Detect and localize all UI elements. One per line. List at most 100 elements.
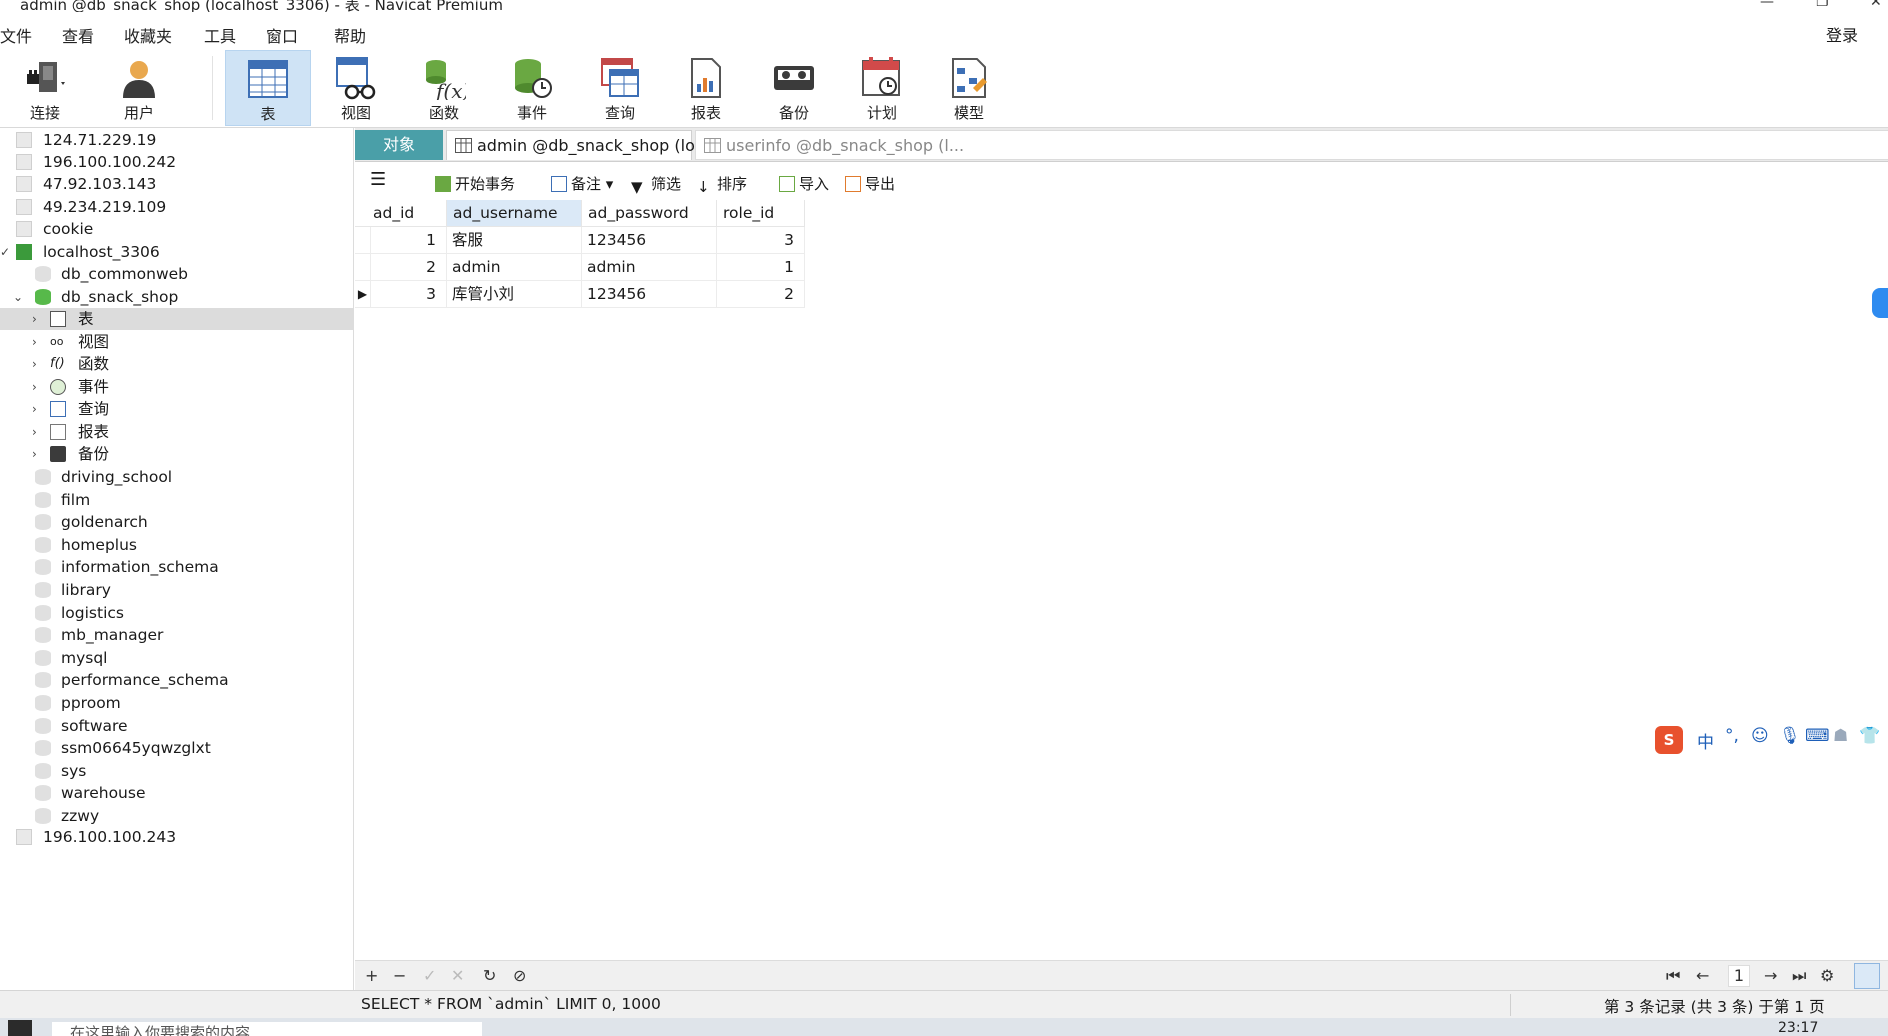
- toolbar-backup-button[interactable]: 备份: [751, 50, 837, 126]
- toolbar-schedule-button[interactable]: 计划: [839, 50, 925, 126]
- menu-tools[interactable]: 工具: [204, 23, 236, 47]
- login-button[interactable]: 登录: [1826, 22, 1858, 46]
- tree-database[interactable]: homeplus: [0, 534, 353, 556]
- tree-connection[interactable]: cookie: [0, 218, 353, 240]
- last-page-icon[interactable]: ⏭: [1792, 966, 1806, 986]
- menu-favorites[interactable]: 收藏夹: [124, 23, 172, 47]
- minimize-icon[interactable]: —: [1760, 0, 1774, 10]
- sogou-logo-icon[interactable]: S: [1655, 726, 1683, 754]
- tree-database[interactable]: logistics: [0, 602, 353, 624]
- note-button[interactable]: 备注 ▾: [551, 173, 613, 194]
- tab-objects[interactable]: 对象: [355, 130, 443, 160]
- tree-node-reports[interactable]: › 报表: [0, 421, 353, 443]
- import-button[interactable]: 导入: [779, 173, 829, 194]
- close-icon[interactable]: ✕: [1870, 0, 1882, 10]
- tree-database[interactable]: mb_manager: [0, 624, 353, 646]
- column-header[interactable]: role_id: [717, 200, 805, 227]
- chevron-right-icon[interactable]: ›: [32, 336, 44, 348]
- tree-node-backups[interactable]: › 备份: [0, 443, 353, 465]
- row-indicator[interactable]: [355, 254, 371, 281]
- menu-file[interactable]: 文件: [0, 23, 32, 47]
- tree-database[interactable]: goldenarch: [0, 511, 353, 533]
- punctuation-icon[interactable]: °,: [1725, 726, 1739, 746]
- delete-record-icon[interactable]: −: [393, 966, 406, 985]
- microphone-icon[interactable]: 🎙: [1779, 726, 1801, 746]
- chevron-right-icon[interactable]: ›: [32, 313, 44, 325]
- toolbar-user-button[interactable]: 用户: [96, 50, 182, 126]
- toolbar-connect-button[interactable]: 连接: [2, 50, 88, 126]
- chevron-right-icon[interactable]: ›: [32, 448, 44, 460]
- tree-connection-localhost[interactable]: ✓ localhost_3306: [0, 241, 353, 263]
- tab-admin-table[interactable]: admin @db_snack_shop (lo...: [446, 130, 710, 160]
- chevron-down-icon[interactable]: ⌄: [13, 291, 25, 303]
- tree-node-events[interactable]: › 事件: [0, 376, 353, 398]
- table-cell[interactable]: 3: [371, 281, 447, 308]
- tree-database[interactable]: sys: [0, 760, 353, 782]
- current-row-arrow-icon[interactable]: ▶: [355, 281, 371, 308]
- tree-database[interactable]: zzwy: [0, 805, 353, 827]
- table-cell[interactable]: 客服: [447, 227, 582, 254]
- toolbar-table-button[interactable]: 表: [225, 50, 311, 126]
- table-cell[interactable]: 2: [717, 281, 805, 308]
- tree-database-db-snack-shop[interactable]: ⌄ db_snack_shop: [0, 286, 353, 308]
- chevron-right-icon[interactable]: ›: [32, 358, 44, 370]
- user-center-icon[interactable]: ☗: [1833, 726, 1848, 746]
- settings-gear-icon[interactable]: ⚙: [1820, 966, 1834, 985]
- refresh-icon[interactable]: ↻: [483, 966, 496, 985]
- table-cell[interactable]: 1: [371, 227, 447, 254]
- table-cell[interactable]: 2: [371, 254, 447, 281]
- next-page-icon[interactable]: →: [1764, 966, 1777, 985]
- tab-userinfo-table[interactable]: userinfo @db_snack_shop (l...: [695, 130, 1888, 160]
- tree-database[interactable]: library: [0, 579, 353, 601]
- filter-button[interactable]: ▼ 筛选: [631, 173, 681, 196]
- toolbar-view-button[interactable]: 视图: [313, 50, 399, 126]
- tree-node-queries[interactable]: › 查询: [0, 398, 353, 420]
- chevron-right-icon[interactable]: ›: [32, 403, 44, 415]
- tree-database[interactable]: film: [0, 489, 353, 511]
- column-header[interactable]: ad_username: [447, 200, 582, 227]
- side-float-button[interactable]: [1872, 288, 1888, 318]
- previous-page-icon[interactable]: ←: [1696, 966, 1709, 985]
- taskbar-search-input[interactable]: 在这里输入你要搜索的内容: [52, 1022, 482, 1036]
- table-cell[interactable]: 123456: [582, 281, 717, 308]
- keyboard-icon[interactable]: ⌨: [1805, 726, 1830, 746]
- menu-view[interactable]: 查看: [62, 23, 94, 47]
- tree-database[interactable]: pproom: [0, 692, 353, 714]
- toolbar-function-button[interactable]: f(x) 函数: [401, 50, 487, 126]
- table-cell[interactable]: admin: [582, 254, 717, 281]
- tree-connection[interactable]: 49.234.219.109: [0, 196, 353, 218]
- toolbar-report-button[interactable]: 报表: [663, 50, 749, 126]
- tree-database[interactable]: performance_schema: [0, 669, 353, 691]
- apply-icon[interactable]: ✓: [423, 966, 436, 985]
- table-cell-editing[interactable]: 库管小刘: [447, 281, 582, 308]
- toolbar-model-button[interactable]: 模型: [926, 50, 1012, 126]
- page-number-input[interactable]: 1: [1728, 965, 1750, 987]
- column-header[interactable]: ad_id: [355, 200, 447, 227]
- table-cell[interactable]: 3: [717, 227, 805, 254]
- toolbar-event-button[interactable]: 事件: [489, 50, 575, 126]
- table-cell[interactable]: 1: [717, 254, 805, 281]
- stop-icon[interactable]: ⊘: [513, 966, 526, 985]
- column-header[interactable]: ad_password: [582, 200, 717, 227]
- menu-window[interactable]: 窗口: [266, 23, 298, 47]
- chevron-right-icon[interactable]: ›: [32, 381, 44, 393]
- windows-start-icon[interactable]: [8, 1020, 32, 1036]
- ime-mode-toggle[interactable]: 中: [1697, 728, 1714, 753]
- tree-database[interactable]: software: [0, 715, 353, 737]
- begin-transaction-button[interactable]: 开始事务: [435, 173, 515, 194]
- table-cell[interactable]: 123456: [582, 227, 717, 254]
- sort-button[interactable]: ↓ 排序: [697, 173, 747, 196]
- menu-help[interactable]: 帮助: [334, 23, 366, 47]
- row-indicator[interactable]: [355, 227, 371, 254]
- discard-icon[interactable]: ✕: [451, 966, 464, 985]
- tree-connection[interactable]: 196.100.100.242: [0, 151, 353, 173]
- first-page-icon[interactable]: ⏮: [1666, 966, 1680, 986]
- tree-connection[interactable]: 47.92.103.143: [0, 173, 353, 195]
- add-record-icon[interactable]: +: [365, 966, 378, 985]
- tree-node-functions[interactable]: › f() 函数: [0, 353, 353, 375]
- restore-icon[interactable]: ❐: [1816, 0, 1829, 10]
- tree-connection[interactable]: 124.71.229.19: [0, 129, 353, 151]
- emoji-icon[interactable]: ☺: [1751, 726, 1769, 746]
- chevron-down-icon[interactable]: ✓: [0, 246, 12, 258]
- grid-view-icon[interactable]: [1854, 963, 1880, 989]
